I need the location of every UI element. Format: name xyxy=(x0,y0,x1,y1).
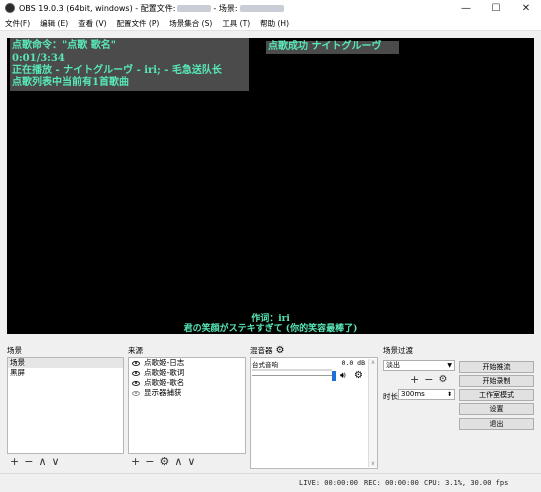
scroll-up-icon[interactable]: ∧ xyxy=(369,359,377,366)
menu-edit[interactable]: 编辑 (E) xyxy=(35,18,73,29)
window-title: OBS 19.0.3 (64bit, windows) - 配置文件: - 场景: xyxy=(19,3,286,14)
volume-slider-handle[interactable] xyxy=(332,371,336,381)
scroll-down-icon[interactable]: ∨ xyxy=(369,460,377,467)
track-gear-icon[interactable]: ⚙ xyxy=(354,370,363,381)
menu-profile[interactable]: 配置文件 (P) xyxy=(112,18,165,29)
rec-status: REC: 00:00:00 xyxy=(364,479,419,487)
visibility-eye-icon[interactable] xyxy=(132,380,140,386)
add-source-button[interactable]: + xyxy=(131,455,140,468)
scene-item[interactable]: 场景 xyxy=(8,358,123,368)
lyric-line-text: 君の笑顔がステキすぎて (你的笑容最棒了) xyxy=(183,324,358,334)
duration-label: 时长 xyxy=(383,392,398,401)
duration-spinbox[interactable]: 300ms ⬍ xyxy=(398,389,455,400)
menu-scene-collection[interactable]: 场景集合 (S) xyxy=(164,18,217,29)
now-playing-text: 正在播放 - ナイトグルーヴ - iri; - 毛急送队长 xyxy=(12,65,222,76)
success-text: 点歌成功 ナイトグルーヴ xyxy=(268,41,382,52)
sources-label: 来源 xyxy=(128,346,143,355)
move-up-icon[interactable]: ∧ xyxy=(174,455,182,468)
transition-select[interactable]: 淡出 ▼ xyxy=(383,360,455,371)
speaker-icon[interactable]: 🔊︎ xyxy=(340,371,346,381)
start-streaming-button[interactable]: 开始推流 xyxy=(459,361,534,373)
scenes-label: 场景 xyxy=(7,346,22,355)
track-name: 台式音响 xyxy=(252,361,278,369)
settings-button[interactable]: 设置 xyxy=(459,403,534,415)
add-scene-button[interactable]: + xyxy=(10,455,19,468)
menu-file[interactable]: 文件(F) xyxy=(0,18,35,29)
menu-help[interactable]: 帮助 (H) xyxy=(255,18,294,29)
source-item[interactable]: 点歌姬-日志 xyxy=(129,358,245,368)
volume-slider-track[interactable] xyxy=(252,375,332,376)
redacted-profile xyxy=(177,4,212,12)
maximize-button[interactable]: ☐ xyxy=(481,0,511,16)
scenes-list[interactable]: 场景 黑屏 xyxy=(7,357,124,454)
obs-logo-icon xyxy=(5,3,15,13)
visibility-eye-icon[interactable] xyxy=(132,390,140,396)
scenes-toolbar: + − ∧ ∨ xyxy=(10,455,65,468)
menu-tools[interactable]: 工具 (T) xyxy=(217,18,255,29)
redacted-scene xyxy=(239,4,284,12)
exit-button[interactable]: 退出 xyxy=(459,418,534,430)
command-text: 点歌命令："点歌 歌名" xyxy=(12,40,116,51)
preview-canvas[interactable]: 点歌命令："点歌 歌名" 点歌成功 ナイトグルーヴ 0:01/3:34 正在播放… xyxy=(7,38,534,334)
move-down-icon[interactable]: ∨ xyxy=(52,455,60,468)
live-status: LIVE: 00:00:00 xyxy=(299,479,359,487)
sources-toolbar: + − ⚙ ∧ ∨ xyxy=(131,455,200,468)
cpu-status: CPU: 3.1%, 30.00 fps xyxy=(424,479,509,487)
menu-bar: 文件(F) 编辑 (E) 查看 (V) 配置文件 (P) 场景集合 (S) 工具… xyxy=(0,16,541,31)
time-text: 0:01/3:34 xyxy=(12,53,65,64)
db-readout: 0.0 dB xyxy=(341,359,365,367)
title-bar: OBS 19.0.3 (64bit, windows) - 配置文件: - 场景:… xyxy=(0,0,541,16)
remove-scene-button[interactable]: − xyxy=(24,455,33,468)
add-transition-button[interactable]: + xyxy=(410,373,419,386)
visibility-eye-icon[interactable] xyxy=(132,360,140,366)
sources-list[interactable]: 点歌姬-日志 点歌姬-歌词 点歌姬-歌名 显示器捕获 xyxy=(128,357,246,454)
source-item[interactable]: 显示器捕获 xyxy=(129,388,245,398)
mixer-track: 台式音响 0.0 dB 🔊︎ ⚙ xyxy=(252,359,367,385)
spin-arrows-icon[interactable]: ⬍ xyxy=(447,390,452,399)
move-up-icon[interactable]: ∧ xyxy=(38,455,46,468)
remove-transition-button[interactable]: − xyxy=(424,373,433,386)
volume-meter xyxy=(252,369,332,371)
mixer-label: 混音器 xyxy=(250,346,273,355)
transitions-toolbar: + − ⚙ xyxy=(410,373,452,386)
remove-source-button[interactable]: − xyxy=(145,455,154,468)
status-bar: LIVE: 00:00:00 REC: 00:00:00 CPU: 3.1%, … xyxy=(0,473,541,492)
visibility-eye-icon[interactable] xyxy=(132,370,140,376)
mixer-gear-icon[interactable]: ⚙ xyxy=(276,345,285,356)
menu-view[interactable]: 查看 (V) xyxy=(73,18,111,29)
transition-gear-icon[interactable]: ⚙ xyxy=(438,374,447,385)
studio-mode-button[interactable]: 工作室模式 xyxy=(459,389,534,401)
minimize-button[interactable]: — xyxy=(451,0,481,16)
source-item[interactable]: 点歌姬-歌词 xyxy=(129,368,245,378)
source-item[interactable]: 点歌姬-歌名 xyxy=(129,378,245,388)
start-recording-button[interactable]: 开始录制 xyxy=(459,375,534,387)
mixer-label-row: 混音器 ⚙ xyxy=(250,345,284,356)
close-button[interactable]: ✕ xyxy=(511,0,541,16)
transitions-label: 场景过渡 xyxy=(383,346,413,355)
mixer-scrollbar[interactable]: ∧ ∨ xyxy=(368,359,377,467)
chevron-down-icon: ▼ xyxy=(447,362,452,369)
move-down-icon[interactable]: ∨ xyxy=(187,455,195,468)
source-properties-gear-icon[interactable]: ⚙ xyxy=(159,455,169,468)
scene-item[interactable]: 黑屏 xyxy=(8,368,123,378)
queue-text: 点歌列表中当前有1首歌曲 xyxy=(12,77,129,88)
